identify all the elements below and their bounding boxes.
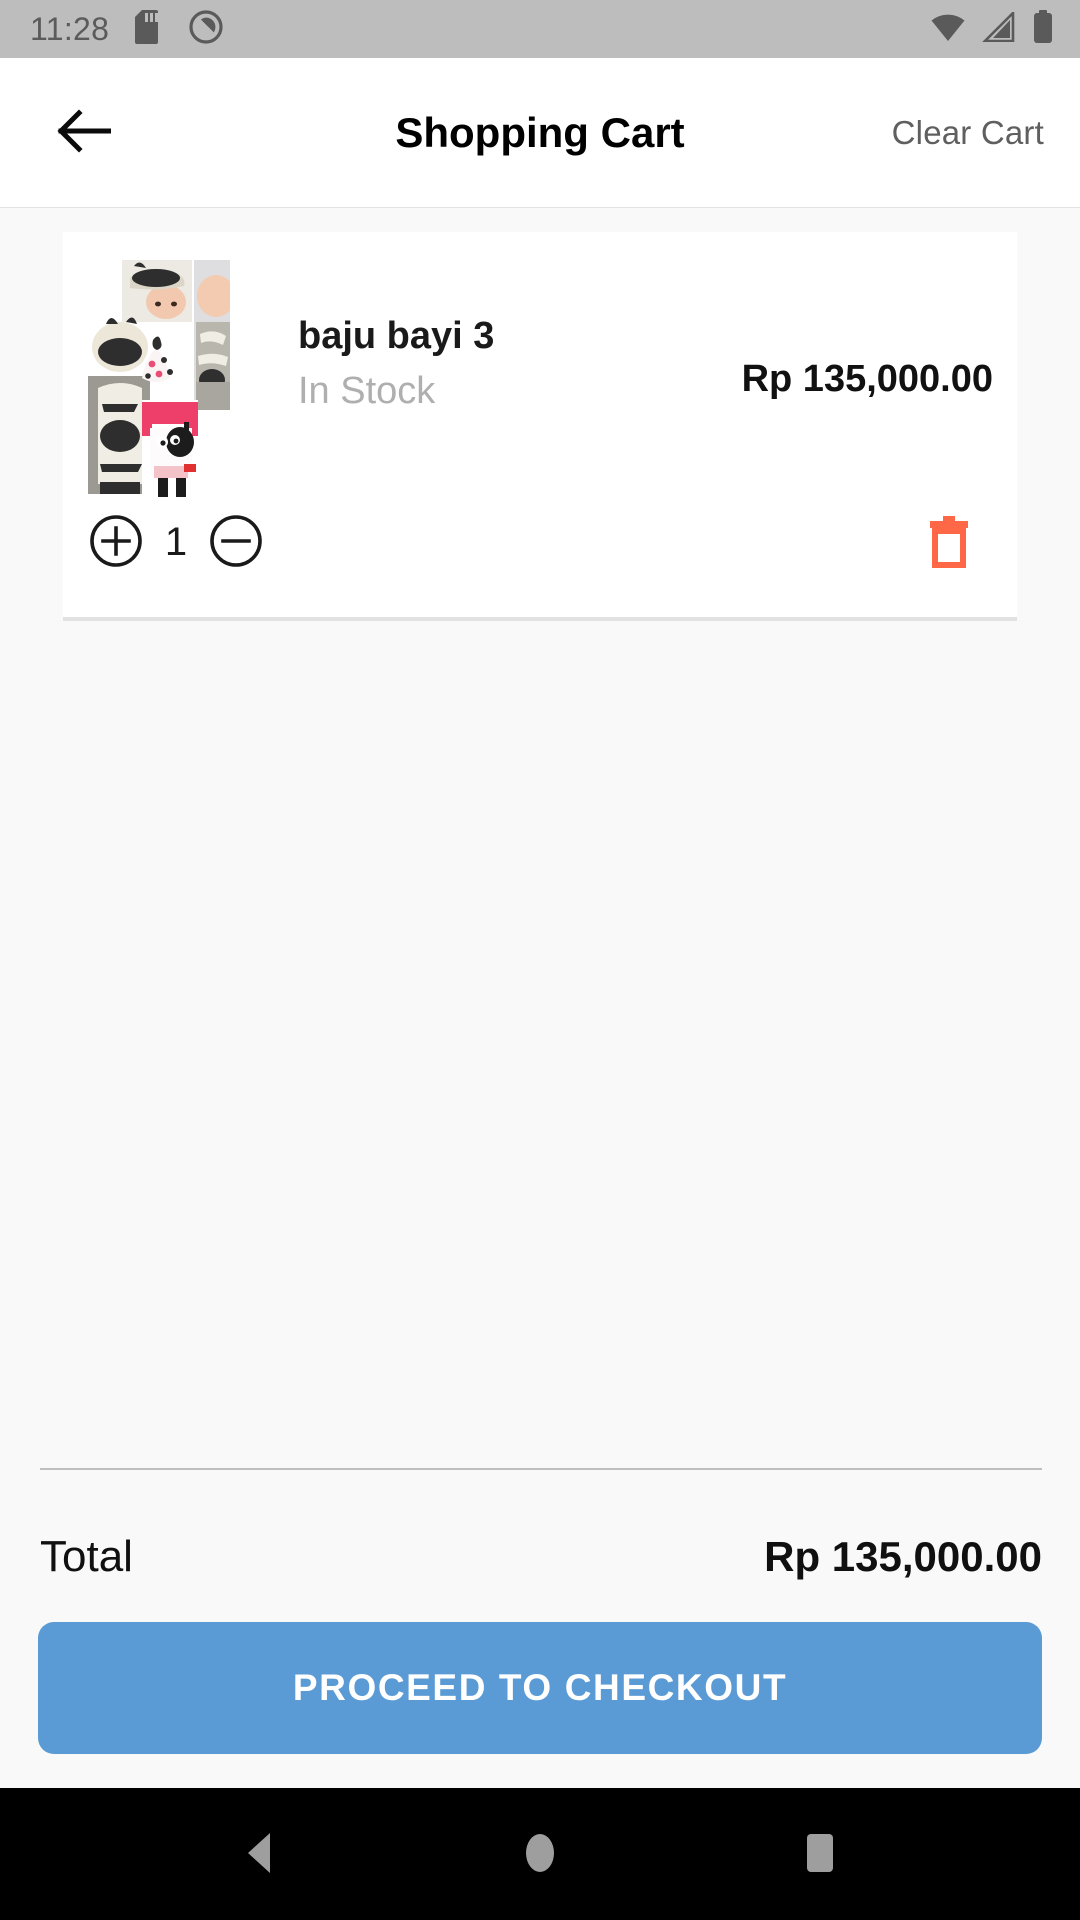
cellular-signal-icon bbox=[981, 9, 1016, 47]
product-text-block: baju bayi 3 In Stock bbox=[298, 312, 628, 415]
product-thumbnail[interactable] bbox=[84, 252, 230, 497]
product-name: baju bayi 3 bbox=[298, 315, 495, 357]
product-price: Rp 135,000.00 bbox=[741, 358, 993, 400]
back-button[interactable] bbox=[40, 90, 126, 176]
trash-icon bbox=[927, 514, 971, 571]
do-not-disturb-icon bbox=[189, 9, 223, 49]
minus-circle-icon bbox=[209, 514, 263, 571]
quantity-value: 1 bbox=[164, 519, 188, 564]
android-navigation-bar bbox=[0, 1788, 1080, 1920]
baby-clothing-collage-image bbox=[84, 252, 230, 497]
nav-home-circle-icon bbox=[518, 1829, 562, 1880]
total-row: Total Rp 135,000.00 bbox=[0, 1470, 1080, 1622]
product-info: baju bayi 3 In Stock Rp 135,000.00 bbox=[230, 252, 993, 415]
quantity-stepper: 1 bbox=[87, 513, 265, 571]
total-label: Total bbox=[40, 1532, 133, 1581]
nav-home-button[interactable] bbox=[485, 1799, 595, 1909]
nav-back-triangle-icon bbox=[238, 1829, 282, 1880]
delete-item-button[interactable] bbox=[919, 511, 979, 573]
battery-icon bbox=[1032, 9, 1054, 49]
total-value: Rp 135,000.00 bbox=[764, 1533, 1042, 1580]
clear-cart-button[interactable]: Clear Cart bbox=[888, 104, 1048, 162]
status-bar-right bbox=[930, 9, 1054, 49]
proceed-to-checkout-button[interactable]: PROCEED TO CHECKOUT bbox=[38, 1622, 1042, 1754]
increase-quantity-button[interactable] bbox=[87, 513, 145, 571]
status-clock: 11:28 bbox=[30, 10, 110, 47]
footer-bottom-gap bbox=[0, 1754, 1080, 1788]
plus-circle-icon bbox=[89, 514, 143, 571]
nav-back-button[interactable] bbox=[205, 1799, 315, 1909]
phone-screen: 11:28 Shopping Cart Clear Cart baju bayi… bbox=[0, 0, 1080, 1920]
nav-recents-square-icon bbox=[798, 1829, 842, 1880]
wifi-icon bbox=[930, 12, 966, 47]
cart-item-row[interactable]: baju bayi 3 In Stock Rp 135,000.00 1 bbox=[63, 232, 1017, 621]
product-stock-status: In Stock bbox=[298, 369, 436, 412]
cart-item-details: baju bayi 3 In Stock Rp 135,000.00 bbox=[63, 232, 1017, 497]
app-bar: Shopping Cart Clear Cart bbox=[0, 58, 1080, 208]
decrease-quantity-button[interactable] bbox=[207, 513, 265, 571]
status-bar-left: 11:28 bbox=[30, 9, 223, 49]
cart-item-actions: 1 bbox=[63, 497, 1017, 617]
cart-footer: Total Rp 135,000.00 PROCEED TO CHECKOUT bbox=[0, 1468, 1080, 1788]
nav-recents-button[interactable] bbox=[765, 1799, 875, 1909]
cart-item-list: baju bayi 3 In Stock Rp 135,000.00 1 bbox=[0, 208, 1080, 621]
sd-card-icon bbox=[135, 9, 163, 49]
status-bar: 11:28 bbox=[0, 0, 1080, 58]
back-arrow-icon bbox=[55, 108, 112, 157]
